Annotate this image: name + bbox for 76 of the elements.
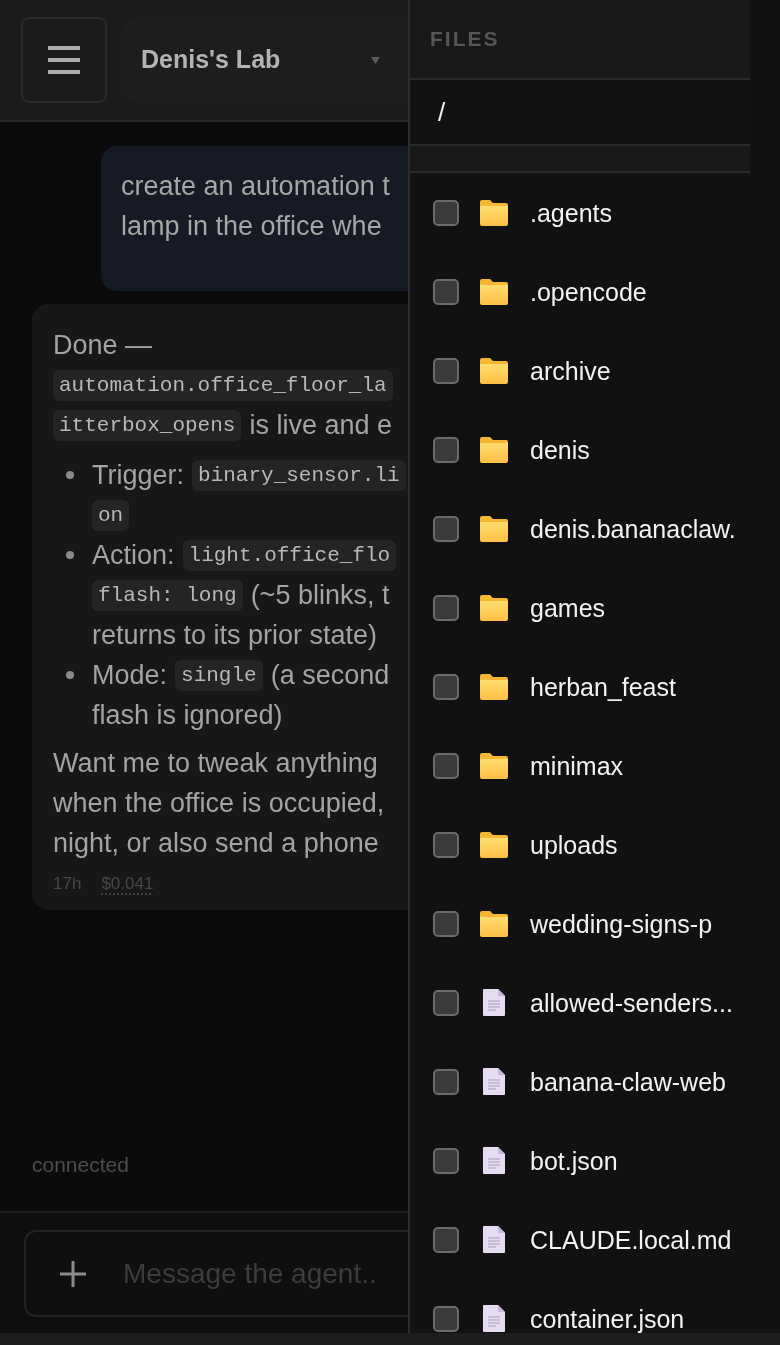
folder-icon <box>480 594 508 621</box>
folder-name[interactable]: uploads <box>530 831 618 858</box>
message-text: Trigger: <box>92 459 185 492</box>
checkbox[interactable] <box>433 278 459 305</box>
message-text: (~5 blinks, t <box>250 579 390 612</box>
checkbox[interactable] <box>433 515 459 542</box>
folder-icon <box>480 199 508 226</box>
folder-icon <box>480 673 508 700</box>
folder-icon <box>480 515 508 542</box>
folder-name[interactable]: archive <box>530 357 611 384</box>
document-icon <box>483 989 505 1016</box>
document-icon <box>483 1068 505 1095</box>
message-text: Done — <box>53 329 153 362</box>
folder-name[interactable]: minimax <box>530 752 624 779</box>
code-snippet: on <box>92 499 130 531</box>
folder-name[interactable]: wedding-signs-p <box>530 910 713 937</box>
code-snippet: itterbox_opens <box>53 409 242 441</box>
file-name[interactable]: CLAUDE.local.md <box>530 1226 732 1253</box>
message-text: returns to its prior state) <box>92 619 378 652</box>
folder-name[interactable]: denis.bananaclaw. <box>530 515 736 542</box>
folder-name[interactable]: games <box>530 594 606 621</box>
message-text: Action: <box>92 539 175 572</box>
message-text: flash is ignored) <box>92 699 283 732</box>
folder-icon <box>480 357 508 384</box>
folder-name[interactable]: .agents <box>530 199 612 226</box>
folder-name[interactable]: .opencode <box>530 278 647 305</box>
file-name[interactable]: bot.json <box>530 1147 618 1174</box>
checkbox[interactable] <box>433 1305 459 1332</box>
folder-icon <box>480 831 508 858</box>
code-snippet: binary_sensor.li <box>192 459 406 491</box>
document-icon <box>483 1147 505 1174</box>
checkbox[interactable] <box>433 1226 459 1253</box>
checkbox[interactable] <box>433 357 459 384</box>
checkbox[interactable] <box>433 989 459 1016</box>
message-text: night, or also send a phone <box>53 827 379 860</box>
message-text: lamp in the office whe <box>121 210 383 243</box>
code-snippet: single <box>175 659 263 691</box>
folder-icon <box>480 436 508 463</box>
menu-icon <box>48 46 80 74</box>
folder-name[interactable]: denis <box>530 436 590 463</box>
folder-icon <box>480 910 508 937</box>
checkbox[interactable] <box>433 910 459 937</box>
checkbox[interactable] <box>433 1147 459 1174</box>
code-snippet: automation.office_floor_la <box>53 369 393 401</box>
folder-icon <box>480 752 508 779</box>
file-name[interactable]: banana-claw-web <box>530 1068 726 1095</box>
document-icon <box>483 1226 505 1253</box>
message-text: Mode: <box>92 659 168 692</box>
document-icon <box>483 1305 505 1332</box>
checkbox[interactable] <box>433 831 459 858</box>
message-text: when the office is occupied, <box>53 787 385 820</box>
code-snippet: light.office_flo <box>182 539 397 571</box>
panel-title: FILES <box>430 26 500 53</box>
message-text: (a second <box>270 659 390 692</box>
caret-icon <box>371 56 380 64</box>
code-snippet: flash: long <box>92 579 243 611</box>
connection-status: connected <box>31 1153 130 1177</box>
checkbox[interactable] <box>433 752 459 779</box>
bullet-icon <box>66 471 74 479</box>
checkbox[interactable] <box>433 594 459 621</box>
message-text: Want me to tweak anything <box>53 747 378 780</box>
path-breadcrumb[interactable]: / <box>438 92 446 132</box>
checkbox[interactable] <box>433 199 459 226</box>
bullet-icon <box>66 671 74 679</box>
message-text: is live and e <box>249 409 393 442</box>
message-text: create an automation t <box>121 170 391 203</box>
folder-icon <box>480 278 508 305</box>
checkbox[interactable] <box>433 673 459 700</box>
folder-name[interactable]: herban_feast <box>530 673 676 700</box>
checkbox[interactable] <box>433 436 459 463</box>
bullet-icon <box>66 551 74 559</box>
menu-button[interactable] <box>21 17 107 103</box>
file-name[interactable]: container.json <box>530 1305 685 1332</box>
file-name[interactable]: allowed-senders... <box>530 989 733 1016</box>
plus-icon <box>60 1260 86 1287</box>
checkbox[interactable] <box>433 1068 459 1095</box>
